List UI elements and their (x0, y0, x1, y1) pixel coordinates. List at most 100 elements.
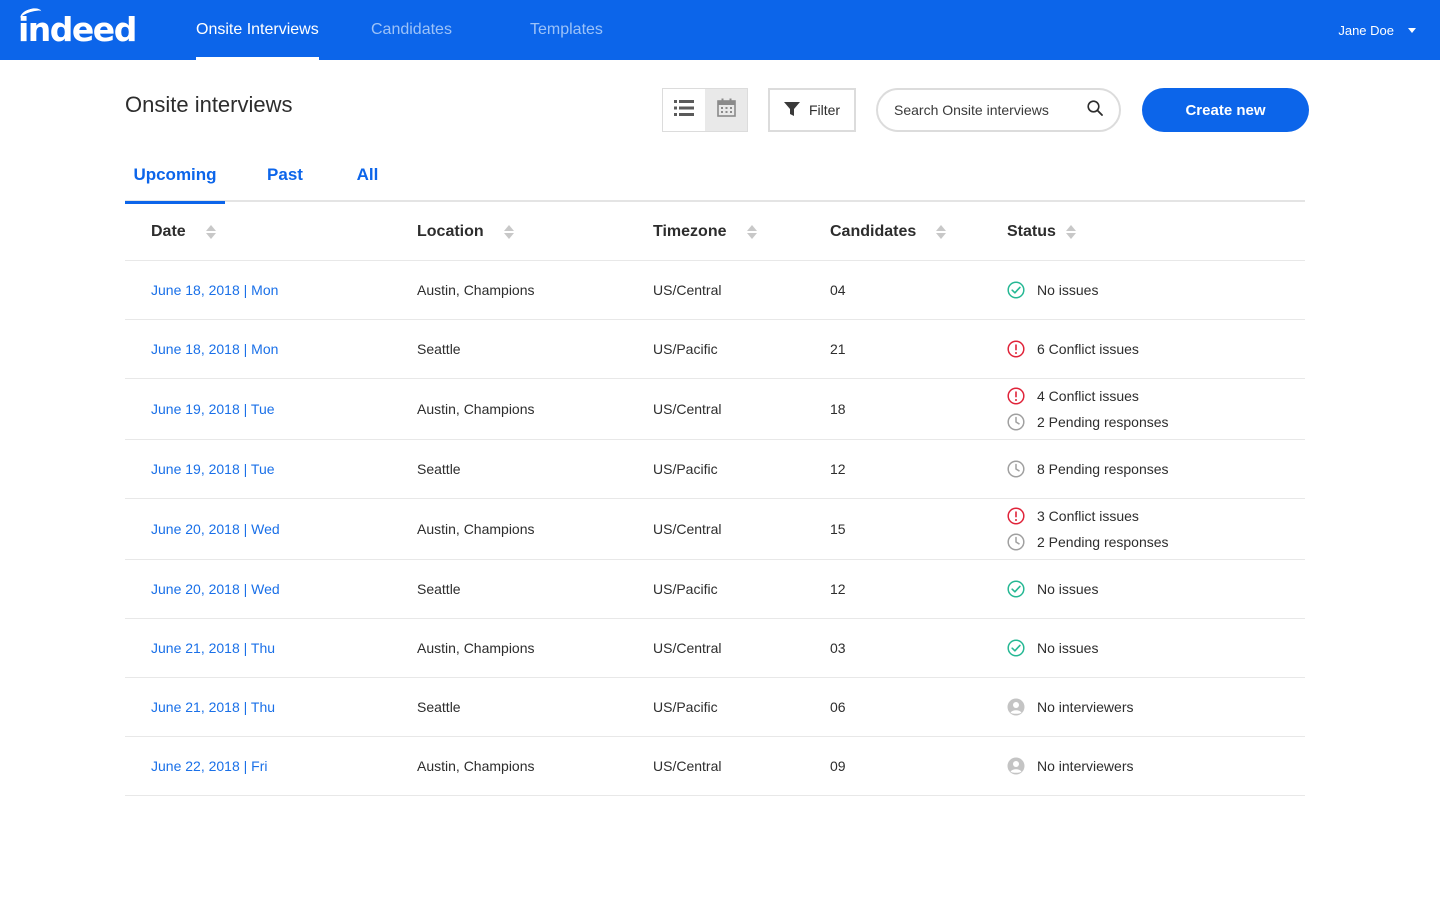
search-box (876, 88, 1121, 132)
status-item-ok: No issues (1007, 281, 1098, 299)
clock-icon (1007, 413, 1025, 431)
timezone-cell: US/Pacific (653, 461, 718, 477)
table-row[interactable]: June 19, 2018 | Tue Seattle US/Pacific 12 8 … (125, 440, 1305, 499)
nav-tab-templates[interactable]: Templates (530, 0, 603, 60)
date-cell[interactable]: June 20, 2018 | Wed (151, 499, 280, 559)
status-list: No issues (1007, 580, 1098, 598)
check-circle-icon (1007, 639, 1025, 657)
candidates-cell: 12 (830, 461, 846, 477)
location-cell: Austin, Champions (417, 401, 535, 417)
nav-tab-onsite-interviews[interactable]: Onsite Interviews (196, 0, 319, 60)
column-header-candidates[interactable]: Candidates (830, 202, 947, 261)
status-item-conflict: 3 Conflict issues (1007, 507, 1169, 525)
table-row[interactable]: June 18, 2018 | Mon Seattle US/Pacific 21 6 … (125, 320, 1305, 379)
interviews-table: Date Location Timezone Candidates Status… (125, 202, 1305, 796)
tab-upcoming[interactable]: Upcoming (125, 152, 225, 204)
column-label: Location (417, 222, 484, 240)
status-list: No issues (1007, 281, 1098, 299)
date-cell[interactable]: June 19, 2018 | Tue (151, 440, 275, 498)
column-label: Candidates (830, 222, 917, 240)
candidates-cell: 06 (830, 699, 846, 715)
status-cell: No issues (1007, 619, 1098, 677)
status-cell: 8 Pending responses (1007, 440, 1169, 498)
status-item-nointerviewers: No interviewers (1007, 757, 1133, 775)
column-header-date[interactable]: Date (151, 202, 216, 261)
column-label: Date (151, 222, 186, 240)
indeed-logo[interactable]: indeed (18, 5, 137, 48)
sort-icon (746, 224, 757, 239)
status-cell: 6 Conflict issues (1007, 320, 1139, 378)
date-cell[interactable]: June 21, 2018 | Thu (151, 619, 275, 677)
table-row[interactable]: June 18, 2018 | Mon Austin, Champions US/C… (125, 261, 1305, 320)
list-view-button[interactable] (663, 89, 705, 131)
status-cell: 3 Conflict issues 2 Pending responses (1007, 499, 1169, 559)
alert-circle-icon (1007, 387, 1025, 405)
status-text: No interviewers (1037, 758, 1134, 774)
nav-tab-candidates[interactable]: Candidates (371, 0, 452, 60)
create-new-button[interactable]: Create new (1142, 88, 1309, 132)
status-text: No issues (1037, 581, 1099, 597)
date-cell[interactable]: June 22, 2018 | Fri (151, 737, 267, 795)
status-text: No interviewers (1037, 699, 1134, 715)
table-row[interactable]: June 20, 2018 | Wed Seattle US/Pacific 12 No… (125, 560, 1305, 619)
table-row[interactable]: June 20, 2018 | Wed Austin, Champions US/C… (125, 499, 1305, 560)
filter-label: Filter (808, 102, 841, 118)
timezone-cell: US/Pacific (653, 581, 718, 597)
table-row[interactable]: June 21, 2018 | Thu Austin, Champions US/C… (125, 619, 1305, 678)
status-text: 2 Pending responses (1037, 414, 1169, 430)
column-header-timezone[interactable]: Timezone (653, 202, 757, 261)
date-cell[interactable]: June 21, 2018 | Thu (151, 678, 275, 736)
status-text: 8 Pending responses (1037, 461, 1169, 477)
status-list: No issues (1007, 639, 1098, 657)
search-input[interactable] (894, 102, 1087, 118)
status-cell: 4 Conflict issues 2 Pending responses (1007, 379, 1169, 439)
timezone-cell: US/Pacific (653, 699, 718, 715)
candidates-cell: 03 (830, 640, 846, 656)
location-cell: Seattle (417, 461, 461, 477)
person-icon (1007, 757, 1025, 775)
alert-circle-icon (1007, 507, 1025, 525)
status-text: No issues (1037, 640, 1099, 656)
clock-icon (1007, 460, 1025, 478)
sort-icon (1065, 224, 1076, 239)
sort-icon (503, 224, 514, 239)
status-cell: No issues (1007, 261, 1098, 319)
candidates-cell: 04 (830, 282, 846, 298)
top-navigation-bar: indeed Onsite Interviews Candidates Temp… (0, 0, 1440, 60)
date-cell[interactable]: June 18, 2018 | Mon (151, 320, 278, 378)
location-cell: Austin, Champions (417, 282, 535, 298)
timezone-cell: US/Central (653, 401, 722, 417)
page-title: Onsite interviews (125, 92, 293, 117)
calendar-view-button[interactable] (705, 89, 747, 131)
status-item-ok: No issues (1007, 639, 1098, 657)
tab-past[interactable]: Past (265, 152, 305, 202)
location-cell: Seattle (417, 341, 461, 357)
alert-circle-icon (1007, 340, 1025, 358)
tab-all[interactable]: All (355, 152, 380, 202)
candidates-cell: 18 (830, 401, 846, 417)
status-text: 6 Conflict issues (1037, 341, 1139, 357)
person-icon (1007, 698, 1025, 716)
table-row[interactable]: June 19, 2018 | Tue Austin, Champions US/C… (125, 379, 1305, 440)
date-cell[interactable]: June 20, 2018 | Wed (151, 560, 280, 618)
column-header-status[interactable]: Status (1007, 202, 1076, 261)
filter-button[interactable]: Filter (768, 88, 856, 132)
table-row[interactable]: June 21, 2018 | Thu Seattle US/Pacific 06 No… (125, 678, 1305, 737)
interview-filter-tabs: Upcoming Past All (125, 152, 1305, 204)
status-item-pending: 8 Pending responses (1007, 460, 1169, 478)
column-header-location[interactable]: Location (417, 202, 514, 261)
candidates-cell: 09 (830, 758, 846, 774)
filter-icon (783, 101, 800, 120)
sort-icon (205, 224, 216, 239)
chevron-down-icon (1408, 27, 1416, 33)
search-icon[interactable] (1087, 99, 1103, 121)
status-cell: No interviewers (1007, 737, 1133, 795)
user-menu[interactable]: Jane Doe (1338, 0, 1416, 60)
status-item-pending: 2 Pending responses (1007, 413, 1169, 431)
status-cell: No interviewers (1007, 678, 1133, 736)
table-row[interactable]: June 22, 2018 | Fri Austin, Champions US/C… (125, 737, 1305, 796)
date-cell[interactable]: June 19, 2018 | Tue (151, 379, 275, 439)
status-list: 6 Conflict issues (1007, 340, 1139, 358)
date-cell[interactable]: June 18, 2018 | Mon (151, 261, 278, 319)
candidates-cell: 21 (830, 341, 846, 357)
